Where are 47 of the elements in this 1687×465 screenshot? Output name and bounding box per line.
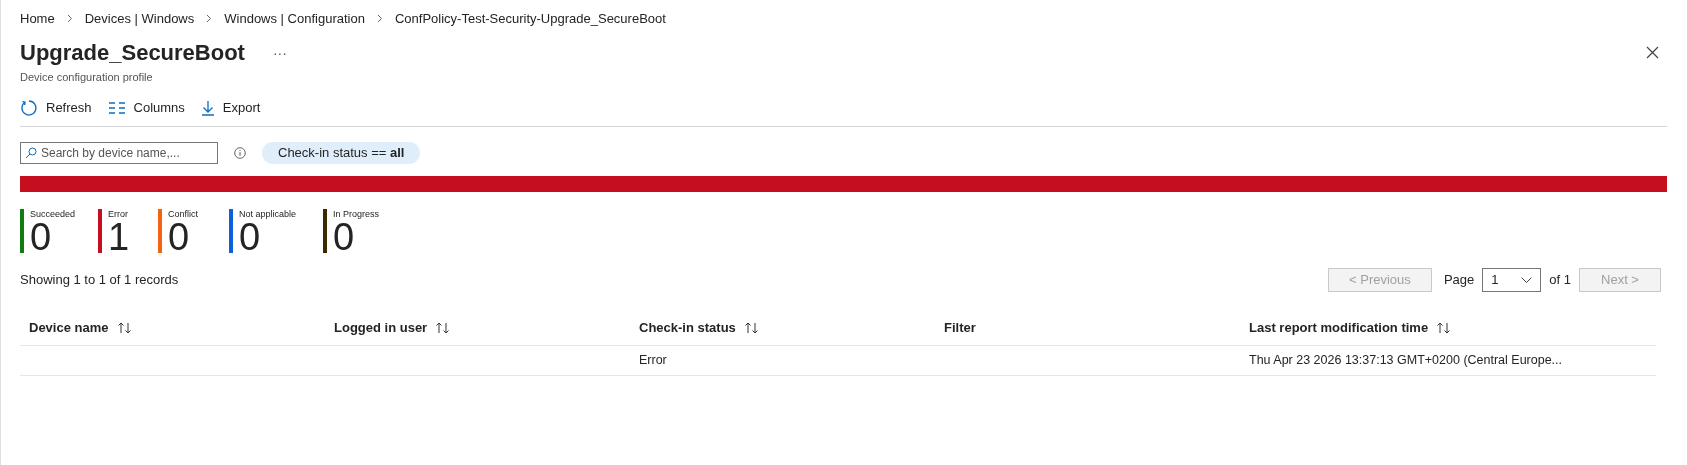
table-cell: Error: [639, 352, 667, 367]
status-count: 0: [168, 219, 190, 254]
columns-icon: [107, 101, 126, 114]
search-field[interactable]: Search by device name,...: [20, 141, 218, 164]
status-label: Error: [108, 208, 129, 220]
status-count: 0: [333, 219, 355, 254]
column-header[interactable]: Device name: [29, 318, 133, 338]
chevron-icon: [206, 14, 213, 24]
toolbar-button[interactable]: Refresh: [20, 98, 92, 118]
breadcrumb-link[interactable]: Devices | Windows: [84, 9, 195, 29]
refresh-icon: [20, 98, 38, 117]
breadcrumb-link[interactable]: Home: [20, 9, 55, 29]
more-button[interactable]: ···: [272, 45, 287, 60]
page-dropdown[interactable]: 1: [1482, 267, 1542, 292]
column-header[interactable]: Filter: [944, 318, 976, 338]
page-title: Upgrade_SecureBoot: [20, 41, 245, 64]
status-count: 0: [239, 219, 261, 254]
sort-icon[interactable]: [116, 322, 133, 334]
status-label: Succeeded: [30, 208, 76, 220]
records-summary: Showing 1 to 1 of 1 records: [20, 270, 179, 289]
info-icon: [234, 146, 246, 159]
toolbar-button[interactable]: Export: [200, 98, 261, 118]
status-count: 0: [30, 219, 52, 254]
download-icon: [200, 99, 215, 116]
page-count: of 1: [1549, 270, 1571, 289]
breadcrumb-link[interactable]: Windows | Configuration: [224, 9, 365, 29]
sort-icon[interactable]: [435, 322, 452, 334]
page-subtitle: Device configuration profile: [20, 69, 154, 85]
status-label: Not applicable: [239, 208, 297, 220]
breadcrumb-link[interactable]: ConfPolicy-Test-Security-Upgrade_SecureBoot: [394, 9, 666, 29]
column-header[interactable]: Last report modification time: [1249, 318, 1453, 338]
search-icon: [25, 146, 37, 159]
status-count: 1: [108, 219, 130, 254]
filter-pill[interactable]: Check-in status == all: [262, 141, 421, 164]
sort-icon[interactable]: [1436, 322, 1453, 334]
status-label: Conflict: [168, 208, 198, 220]
column-header[interactable]: Check-in status: [639, 318, 760, 338]
page-label: Page: [1443, 270, 1475, 289]
close-icon[interactable]: [1646, 46, 1659, 59]
toolbar-button[interactable]: Columns: [107, 98, 185, 118]
caret-icon: [1521, 276, 1533, 283]
sort-icon[interactable]: [743, 322, 760, 334]
chevron-icon: [66, 14, 73, 24]
table-cell: Thu Apr 23 2026 13:37:13 GMT+0200 (Central Europe...: [1249, 352, 1563, 367]
column-header[interactable]: Logged in user: [334, 318, 452, 338]
chevron-icon: [376, 14, 383, 24]
status-label: In Progress: [333, 208, 380, 220]
